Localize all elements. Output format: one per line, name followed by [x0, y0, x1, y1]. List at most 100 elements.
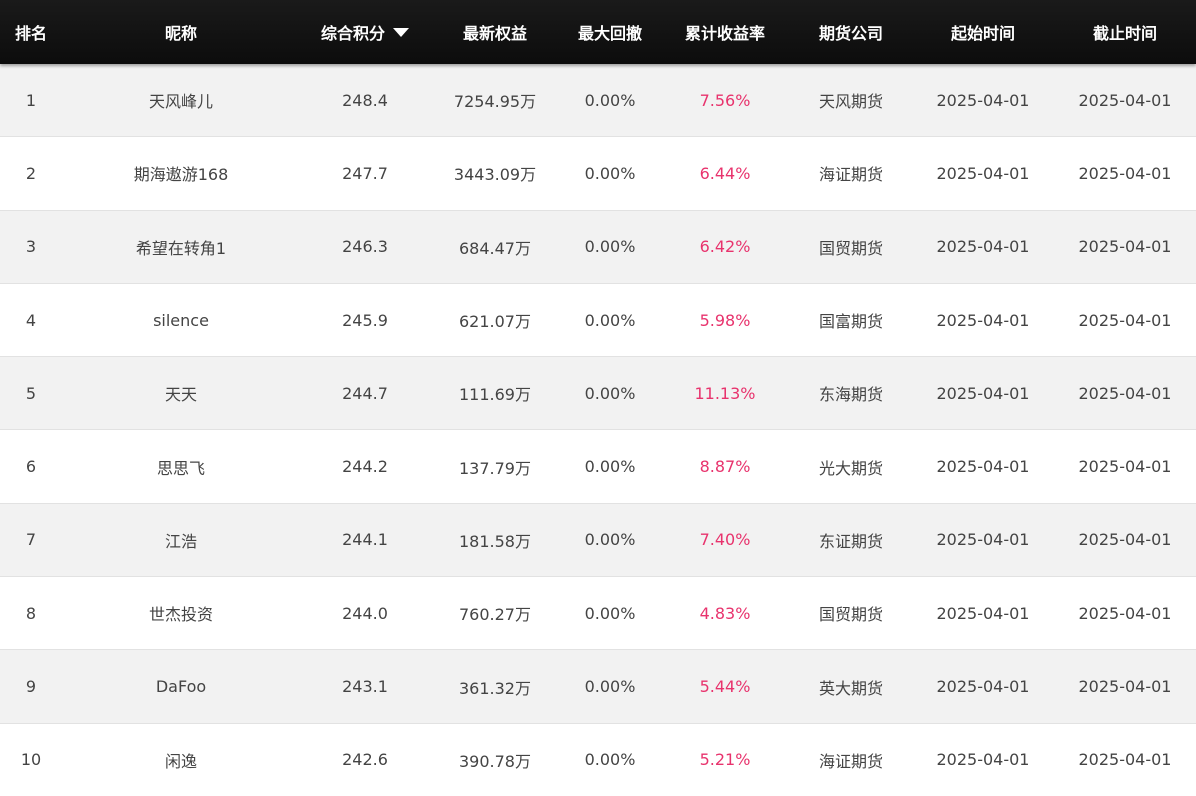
cell-rank: 5: [25, 383, 37, 403]
cell-return: 11.13%: [694, 383, 756, 403]
cell-equity: 361.32万: [459, 678, 531, 698]
cell-return: 7.56%: [699, 90, 751, 110]
cell-rank: 9: [25, 677, 37, 697]
cell-score: 242.6: [342, 750, 388, 770]
table-row: 8 世杰投资 244.0 760.27万 0.00% 4.83% 国贸期货 20…: [0, 577, 1196, 651]
cell-drawdown: 0.00%: [584, 383, 636, 403]
cell-end: 2025-04-01: [1078, 457, 1172, 477]
cell-nickname: 希望在转角1: [135, 238, 227, 258]
cell-score: 244.2: [342, 457, 388, 477]
cell-end: 2025-04-01: [1078, 750, 1172, 770]
ranking-table: 排名 昵称 综合积分 最新权益 最大回撤 累计收益率 期货公司 起始时间 截止时…: [0, 0, 1196, 796]
caret-down-icon: [393, 27, 409, 37]
cell-company: 东海期货: [818, 385, 883, 405]
cell-start: 2025-04-01: [936, 530, 1030, 550]
cell-score: 246.3: [342, 237, 388, 257]
cell-score: 248.4: [342, 90, 388, 110]
table-row: 7 江浩 244.1 181.58万 0.00% 7.40% 东证期货 2025…: [0, 503, 1196, 578]
cell-score: 244.0: [342, 603, 388, 623]
cell-start: 2025-04-01: [936, 163, 1030, 183]
cell-nickname: DaFoo: [155, 677, 207, 697]
cell-nickname: 世杰投资: [148, 605, 213, 625]
table-row: 10 闲逸 242.6 390.78万 0.00% 5.21% 海证期货 202…: [0, 723, 1196, 796]
cell-equity: 3443.09万: [453, 165, 537, 185]
table-body: 1 天风峰儿 248.4 7254.95万 0.00% 7.56% 天风期货 2…: [0, 64, 1196, 796]
header-end: 截止时间: [1092, 24, 1157, 43]
cell-rank: 6: [25, 457, 37, 477]
cell-drawdown: 0.00%: [584, 677, 636, 697]
cell-company: 天风期货: [818, 92, 883, 112]
cell-equity: 181.58万: [459, 531, 531, 551]
cell-company: 英大期货: [818, 678, 883, 698]
cell-nickname: 思思飞: [156, 458, 205, 478]
cell-return: 5.21%: [699, 750, 751, 770]
cell-return: 8.87%: [699, 457, 751, 477]
header-equity: 最新权益: [462, 24, 527, 43]
header-start: 起始时间: [950, 24, 1015, 43]
cell-end: 2025-04-01: [1078, 163, 1172, 183]
cell-equity: 684.47万: [459, 238, 531, 258]
table-row: 1 天风峰儿 248.4 7254.95万 0.00% 7.56% 天风期货 2…: [0, 64, 1196, 138]
cell-equity: 7254.95万: [453, 92, 537, 112]
cell-end: 2025-04-01: [1078, 90, 1172, 110]
header-drawdown: 最大回撤: [577, 24, 642, 43]
cell-rank: 4: [25, 310, 37, 330]
table-row: 4 silence 245.9 621.07万 0.00% 5.98% 国富期货…: [0, 283, 1196, 358]
cell-start: 2025-04-01: [936, 750, 1030, 770]
header-score[interactable]: 综合积分: [300, 20, 430, 44]
cell-end: 2025-04-01: [1078, 530, 1172, 550]
cell-company: 国贸期货: [818, 605, 883, 625]
cell-company: 海证期货: [818, 165, 883, 185]
cell-start: 2025-04-01: [936, 90, 1030, 110]
cell-rank: 8: [25, 603, 37, 623]
cell-nickname: silence: [153, 310, 209, 330]
cell-start: 2025-04-01: [936, 457, 1030, 477]
cell-rank: 10: [20, 750, 42, 770]
cell-drawdown: 0.00%: [584, 310, 636, 330]
cell-return: 6.44%: [699, 163, 751, 183]
cell-drawdown: 0.00%: [584, 457, 636, 477]
cell-start: 2025-04-01: [936, 237, 1030, 257]
cell-start: 2025-04-01: [936, 677, 1030, 697]
table-row: 9 DaFoo 243.1 361.32万 0.00% 5.44% 英大期货 2…: [0, 650, 1196, 724]
cell-nickname: 天天: [164, 385, 197, 405]
cell-score: 244.7: [342, 383, 388, 403]
sort-by-score-button[interactable]: 综合积分: [321, 20, 409, 44]
cell-company: 国富期货: [818, 312, 883, 332]
cell-equity: 137.79万: [459, 458, 531, 478]
cell-return: 5.44%: [699, 677, 751, 697]
header-company: 期货公司: [818, 24, 883, 43]
cell-nickname: 闲逸: [164, 751, 197, 771]
cell-drawdown: 0.00%: [584, 530, 636, 550]
cell-return: 4.83%: [699, 603, 751, 623]
header-nickname: 昵称: [164, 24, 197, 43]
cell-equity: 760.27万: [459, 605, 531, 625]
cell-score: 245.9: [342, 310, 388, 330]
cell-company: 国贸期货: [818, 238, 883, 258]
cell-rank: 1: [25, 90, 37, 110]
cell-start: 2025-04-01: [936, 603, 1030, 623]
table-row: 5 天天 244.7 111.69万 0.00% 11.13% 东海期货 202…: [0, 357, 1196, 431]
cell-drawdown: 0.00%: [584, 163, 636, 183]
cell-nickname: 天风峰儿: [148, 92, 213, 112]
cell-drawdown: 0.00%: [584, 750, 636, 770]
table-row: 3 希望在转角1 246.3 684.47万 0.00% 6.42% 国贸期货 …: [0, 210, 1196, 284]
cell-nickname: 期海遨游168: [133, 165, 229, 185]
cell-company: 光大期货: [818, 458, 883, 478]
header-return: 累计收益率: [684, 24, 765, 43]
cell-start: 2025-04-01: [936, 383, 1030, 403]
cell-drawdown: 0.00%: [584, 603, 636, 623]
cell-drawdown: 0.00%: [584, 90, 636, 110]
cell-nickname: 江浩: [164, 531, 197, 551]
cell-return: 5.98%: [699, 310, 751, 330]
header-score-label: 综合积分: [320, 24, 385, 43]
header-rank: 排名: [14, 24, 47, 43]
cell-end: 2025-04-01: [1078, 237, 1172, 257]
cell-rank: 7: [25, 530, 37, 550]
cell-end: 2025-04-01: [1078, 310, 1172, 330]
cell-score: 247.7: [342, 163, 388, 183]
cell-start: 2025-04-01: [936, 310, 1030, 330]
cell-return: 7.40%: [699, 530, 751, 550]
cell-return: 6.42%: [699, 237, 751, 257]
cell-score: 244.1: [342, 530, 388, 550]
